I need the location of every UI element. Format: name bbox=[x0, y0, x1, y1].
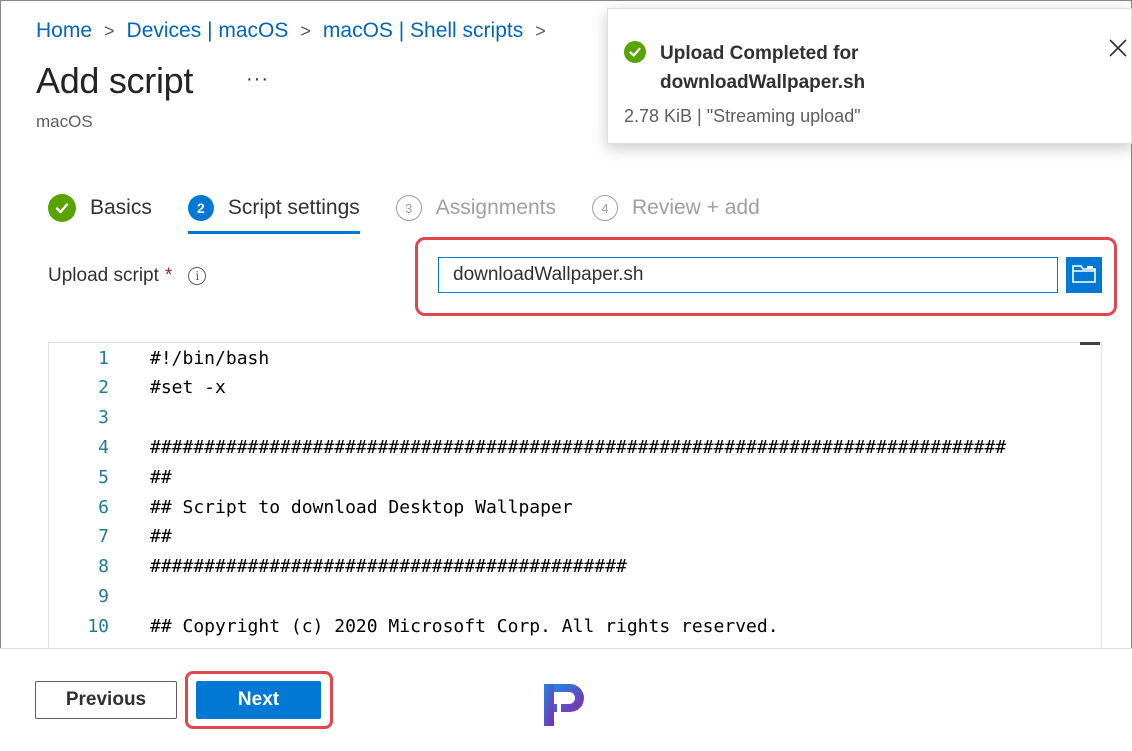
code-line: 1 #!/bin/bash bbox=[49, 343, 1101, 373]
line-number: 2 bbox=[98, 377, 109, 399]
tab-label: Assignments bbox=[435, 196, 556, 219]
tab-basics[interactable]: Basics bbox=[48, 190, 152, 226]
tab-label: Basics bbox=[90, 196, 152, 219]
code-line: 3 bbox=[49, 403, 1101, 433]
code-line: 7 ## bbox=[49, 522, 1101, 552]
tab-assignments[interactable]: 3 Assignments bbox=[395, 190, 556, 226]
required-marker: * bbox=[164, 265, 173, 286]
line-number: 10 bbox=[87, 615, 109, 637]
code-text: ## Copyright (c) 2020 Microsoft Corp. Al… bbox=[150, 615, 779, 637]
code-line: 5 ## bbox=[49, 462, 1101, 492]
code-line: 10 ## Copyright (c) 2020 Microsoft Corp. … bbox=[49, 611, 1101, 641]
brand-logo bbox=[536, 676, 594, 734]
breadcrumb-separator: > bbox=[300, 20, 311, 41]
more-options-button[interactable]: ··· bbox=[246, 68, 269, 91]
check-circle-icon bbox=[48, 194, 76, 222]
code-text: #set -x bbox=[150, 377, 226, 399]
breadcrumb-separator: > bbox=[104, 20, 115, 41]
breadcrumb: Home > Devices | macOS > macOS | Shell s… bbox=[36, 19, 558, 43]
breadcrumb-home[interactable]: Home bbox=[36, 19, 92, 43]
line-number: 1 bbox=[98, 347, 109, 369]
toast-title: Upload Completed for downloadWallpaper.s… bbox=[660, 43, 866, 93]
line-number: 3 bbox=[98, 407, 109, 429]
breadcrumb-devices-macos[interactable]: Devices | macOS bbox=[127, 19, 289, 43]
upload-toast: Upload Completed for downloadWallpaper.s… bbox=[607, 8, 1132, 144]
toast-details: 2.78 KiB | "Streaming upload" bbox=[624, 106, 861, 126]
next-button[interactable]: Next bbox=[196, 681, 321, 719]
tab-review-add[interactable]: 4 Review + add bbox=[591, 190, 760, 226]
breadcrumb-separator: > bbox=[535, 20, 546, 41]
code-text: ## Script to download Desktop Wallpaper bbox=[150, 496, 573, 518]
tab-script-settings[interactable]: 2 Script settings bbox=[187, 190, 360, 234]
code-text: ## bbox=[150, 466, 172, 488]
page-title: Add script bbox=[36, 60, 194, 101]
code-text: #!/bin/bash bbox=[150, 347, 270, 369]
browse-file-button[interactable] bbox=[1066, 257, 1102, 293]
code-line: 4 #######################################… bbox=[49, 432, 1101, 462]
page-subtitle: macOS bbox=[36, 112, 93, 131]
line-number: 4 bbox=[98, 436, 109, 458]
code-text: ########################################… bbox=[150, 556, 627, 578]
line-number: 7 bbox=[98, 526, 109, 548]
line-number: 5 bbox=[98, 466, 109, 488]
tab-label: Review + add bbox=[631, 196, 760, 219]
scrollbar-thumb[interactable] bbox=[1080, 342, 1100, 345]
line-number: 8 bbox=[98, 556, 109, 578]
upload-script-label: Upload script * i bbox=[48, 265, 207, 287]
breadcrumb-macos-shell-scripts[interactable]: macOS | Shell scripts bbox=[323, 19, 523, 43]
wizard-tabs: Basics 2 Script settings 3 Assignments 4… bbox=[48, 190, 796, 234]
line-number: 9 bbox=[98, 585, 109, 607]
info-icon[interactable]: i bbox=[188, 267, 207, 285]
field-label-text: Upload script bbox=[48, 265, 159, 286]
step-number-icon: 3 bbox=[395, 195, 422, 221]
code-line: 8 #######################################… bbox=[49, 552, 1101, 582]
step-number-icon: 2 bbox=[187, 195, 214, 221]
script-code-viewer[interactable]: 1 #!/bin/bash 2 #set -x 3 4 ##################… bbox=[48, 342, 1102, 650]
code-line: 2 #set -x bbox=[49, 373, 1101, 403]
code-text: ## bbox=[150, 526, 172, 548]
upload-script-field[interactable]: downloadWallpaper.sh bbox=[438, 257, 1058, 293]
tab-label: Script settings bbox=[227, 196, 360, 219]
check-circle-icon bbox=[624, 41, 646, 63]
code-line: 6 ## Script to download Desktop Wallpaper bbox=[49, 492, 1101, 522]
previous-button[interactable]: Previous bbox=[35, 681, 177, 719]
line-number: 6 bbox=[98, 496, 109, 518]
code-line: 9 bbox=[49, 581, 1101, 611]
folder-icon bbox=[1071, 262, 1097, 289]
close-icon[interactable] bbox=[1106, 36, 1130, 60]
code-text: ########################################… bbox=[150, 436, 1007, 458]
step-number-icon: 4 bbox=[591, 195, 618, 221]
